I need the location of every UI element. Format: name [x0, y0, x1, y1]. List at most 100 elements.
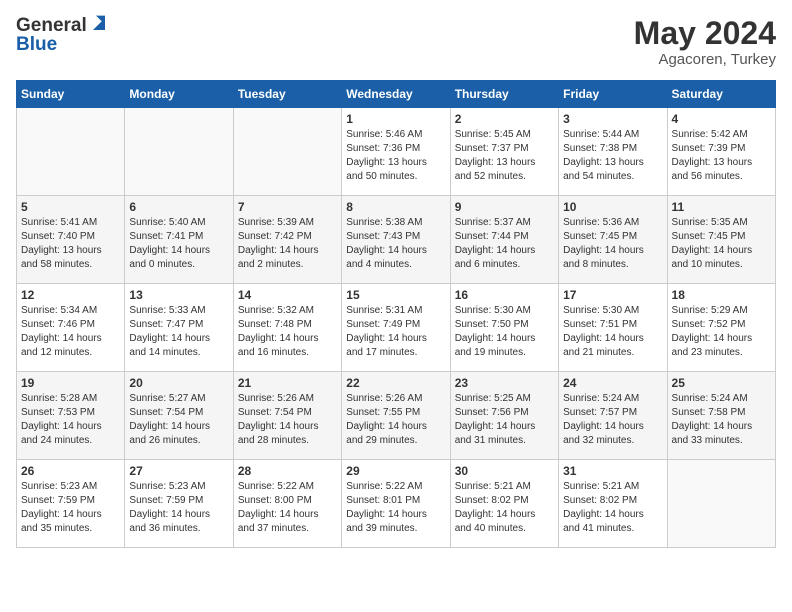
cell-info: Sunset: 7:48 PM — [238, 318, 337, 332]
cell-info: Sunrise: 5:29 AM — [672, 304, 771, 318]
day-number: 27 — [129, 464, 228, 478]
cell-info: and 24 minutes. — [21, 434, 120, 448]
cell-info: Sunset: 7:41 PM — [129, 230, 228, 244]
cell-info: Daylight: 14 hours — [672, 420, 771, 434]
day-number: 10 — [563, 200, 662, 214]
cell-info: Daylight: 14 hours — [563, 508, 662, 522]
calendar-week-row: 5Sunrise: 5:41 AMSunset: 7:40 PMDaylight… — [17, 196, 776, 284]
cell-info: Sunset: 7:55 PM — [346, 406, 445, 420]
day-number: 13 — [129, 288, 228, 302]
cell-info: Sunrise: 5:31 AM — [346, 304, 445, 318]
day-number: 25 — [672, 376, 771, 390]
day-number: 8 — [346, 200, 445, 214]
table-row: 22Sunrise: 5:26 AMSunset: 7:55 PMDayligh… — [342, 372, 450, 460]
table-row: 9Sunrise: 5:37 AMSunset: 7:44 PMDaylight… — [450, 196, 558, 284]
cell-info: Sunset: 7:43 PM — [346, 230, 445, 244]
table-row: 24Sunrise: 5:24 AMSunset: 7:57 PMDayligh… — [559, 372, 667, 460]
cell-info: Daylight: 14 hours — [238, 332, 337, 346]
cell-info: Sunrise: 5:21 AM — [563, 480, 662, 494]
cell-info: Daylight: 14 hours — [129, 332, 228, 346]
table-row: 25Sunrise: 5:24 AMSunset: 7:58 PMDayligh… — [667, 372, 775, 460]
table-row: 16Sunrise: 5:30 AMSunset: 7:50 PMDayligh… — [450, 284, 558, 372]
cell-info: Sunrise: 5:22 AM — [238, 480, 337, 494]
col-saturday: Saturday — [667, 81, 775, 108]
table-row: 2Sunrise: 5:45 AMSunset: 7:37 PMDaylight… — [450, 108, 558, 196]
table-row: 31Sunrise: 5:21 AMSunset: 8:02 PMDayligh… — [559, 460, 667, 548]
day-number: 16 — [455, 288, 554, 302]
cell-info: Sunset: 7:49 PM — [346, 318, 445, 332]
cell-info: and 37 minutes. — [238, 522, 337, 536]
day-number: 12 — [21, 288, 120, 302]
cell-info: Daylight: 14 hours — [346, 420, 445, 434]
day-number: 11 — [672, 200, 771, 214]
day-number: 1 — [346, 112, 445, 126]
cell-info: Sunrise: 5:21 AM — [455, 480, 554, 494]
cell-info: Sunset: 8:02 PM — [563, 494, 662, 508]
table-row: 4Sunrise: 5:42 AMSunset: 7:39 PMDaylight… — [667, 108, 775, 196]
cell-info: Sunrise: 5:37 AM — [455, 216, 554, 230]
cell-info: Sunset: 7:45 PM — [563, 230, 662, 244]
cell-info: and 14 minutes. — [129, 346, 228, 360]
title-block: May 2024 Agacoren, Turkey — [634, 16, 776, 68]
cell-info: Daylight: 14 hours — [129, 508, 228, 522]
cell-info: Daylight: 13 hours — [346, 156, 445, 170]
cell-info: Sunset: 7:59 PM — [129, 494, 228, 508]
cell-info: Daylight: 14 hours — [455, 332, 554, 346]
cell-info: Sunset: 8:00 PM — [238, 494, 337, 508]
calendar-table: Sunday Monday Tuesday Wednesday Thursday… — [16, 80, 776, 548]
cell-info: and 4 minutes. — [346, 258, 445, 272]
col-wednesday: Wednesday — [342, 81, 450, 108]
table-row: 15Sunrise: 5:31 AMSunset: 7:49 PMDayligh… — [342, 284, 450, 372]
cell-info: and 19 minutes. — [455, 346, 554, 360]
cell-info: Sunrise: 5:27 AM — [129, 392, 228, 406]
table-row: 1Sunrise: 5:46 AMSunset: 7:36 PMDaylight… — [342, 108, 450, 196]
day-number: 15 — [346, 288, 445, 302]
col-tuesday: Tuesday — [233, 81, 341, 108]
cell-info: Daylight: 14 hours — [563, 244, 662, 258]
cell-info: and 52 minutes. — [455, 170, 554, 184]
cell-info: Sunset: 7:58 PM — [672, 406, 771, 420]
col-friday: Friday — [559, 81, 667, 108]
cell-info: Daylight: 13 hours — [563, 156, 662, 170]
cell-info: and 29 minutes. — [346, 434, 445, 448]
table-row — [233, 108, 341, 196]
table-row: 19Sunrise: 5:28 AMSunset: 7:53 PMDayligh… — [17, 372, 125, 460]
cell-info: Sunset: 7:59 PM — [21, 494, 120, 508]
cell-info: and 54 minutes. — [563, 170, 662, 184]
cell-info: Sunrise: 5:30 AM — [455, 304, 554, 318]
col-sunday: Sunday — [17, 81, 125, 108]
table-row: 11Sunrise: 5:35 AMSunset: 7:45 PMDayligh… — [667, 196, 775, 284]
cell-info: and 58 minutes. — [21, 258, 120, 272]
cell-info: Sunset: 7:37 PM — [455, 142, 554, 156]
cell-info: and 17 minutes. — [346, 346, 445, 360]
cell-info: Daylight: 14 hours — [21, 332, 120, 346]
cell-info: and 28 minutes. — [238, 434, 337, 448]
table-row — [667, 460, 775, 548]
table-row: 29Sunrise: 5:22 AMSunset: 8:01 PMDayligh… — [342, 460, 450, 548]
table-row: 8Sunrise: 5:38 AMSunset: 7:43 PMDaylight… — [342, 196, 450, 284]
cell-info: Sunset: 7:54 PM — [238, 406, 337, 420]
cell-info: Sunset: 7:42 PM — [238, 230, 337, 244]
day-number: 21 — [238, 376, 337, 390]
cell-info: Sunset: 7:46 PM — [21, 318, 120, 332]
col-thursday: Thursday — [450, 81, 558, 108]
cell-info: and 23 minutes. — [672, 346, 771, 360]
cell-info: Sunrise: 5:30 AM — [563, 304, 662, 318]
day-number: 2 — [455, 112, 554, 126]
calendar-week-row: 26Sunrise: 5:23 AMSunset: 7:59 PMDayligh… — [17, 460, 776, 548]
logo: General Blue — [16, 16, 109, 56]
table-row: 18Sunrise: 5:29 AMSunset: 7:52 PMDayligh… — [667, 284, 775, 372]
table-row: 7Sunrise: 5:39 AMSunset: 7:42 PMDaylight… — [233, 196, 341, 284]
cell-info: and 16 minutes. — [238, 346, 337, 360]
calendar-header-row: Sunday Monday Tuesday Wednesday Thursday… — [17, 81, 776, 108]
cell-info: and 41 minutes. — [563, 522, 662, 536]
location-subtitle: Agacoren, Turkey — [634, 51, 776, 68]
cell-info: Sunrise: 5:44 AM — [563, 128, 662, 142]
cell-info: Sunrise: 5:22 AM — [346, 480, 445, 494]
cell-info: Daylight: 14 hours — [129, 244, 228, 258]
table-row: 17Sunrise: 5:30 AMSunset: 7:51 PMDayligh… — [559, 284, 667, 372]
cell-info: Sunset: 7:52 PM — [672, 318, 771, 332]
day-number: 18 — [672, 288, 771, 302]
day-number: 28 — [238, 464, 337, 478]
page-header: General Blue May 2024 Agacoren, Turkey — [16, 16, 776, 68]
